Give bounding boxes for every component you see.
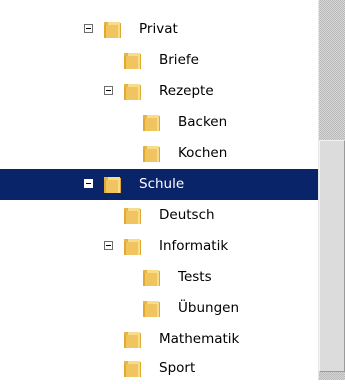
- folder-icon: [124, 84, 141, 100]
- tree-item-mathematik[interactable]: Mathematik: [0, 324, 318, 355]
- tree-item-privat[interactable]: Privat: [0, 14, 318, 45]
- folder-icon: [124, 361, 141, 377]
- folder-icon: [124, 332, 141, 348]
- tree-item-sport[interactable]: Sport: [0, 353, 318, 384]
- tree-item-label: Schule: [139, 176, 185, 192]
- tree-item-uebungen[interactable]: Übungen: [0, 293, 318, 324]
- tree-item-deutsch[interactable]: Deutsch: [0, 200, 318, 231]
- tree-item-briefe[interactable]: Briefe: [0, 45, 318, 76]
- collapse-minus-icon[interactable]: [104, 86, 113, 95]
- tree-item-label: Rezepte: [159, 83, 214, 99]
- tree-item-tests[interactable]: Tests: [0, 262, 318, 293]
- folder-icon: [143, 146, 160, 162]
- folder-icon: [104, 22, 121, 38]
- tree-item-label: Privat: [139, 21, 178, 37]
- folder-icon: [124, 53, 141, 69]
- tree-item-label: Kochen: [178, 145, 228, 161]
- folder-icon: [143, 115, 160, 131]
- tree-item-label: Mathematik: [159, 331, 240, 347]
- tree-item-kochen[interactable]: Kochen: [0, 138, 318, 169]
- tree-item-backen[interactable]: Backen: [0, 107, 318, 138]
- tree-item-informatik[interactable]: Informatik: [0, 231, 318, 262]
- tree-item-label: Übungen: [178, 300, 239, 316]
- collapse-minus-icon[interactable]: [84, 24, 93, 33]
- folder-icon: [143, 301, 160, 317]
- vertical-scrollbar[interactable]: [318, 0, 345, 380]
- folder-icon: [104, 177, 121, 193]
- scrollbar-thumb[interactable]: [319, 140, 345, 372]
- collapse-minus-icon[interactable]: [84, 179, 93, 188]
- tree-item-label: Briefe: [159, 52, 199, 68]
- tree-item-label: Backen: [178, 114, 228, 130]
- tree-item-label: Informatik: [159, 238, 229, 254]
- folder-icon: [124, 239, 141, 255]
- collapse-minus-icon[interactable]: [104, 241, 113, 250]
- tree-item-label: Tests: [178, 269, 212, 285]
- folder-icon: [143, 270, 160, 286]
- tree-item-label: Deutsch: [159, 207, 215, 223]
- tree-item-schule[interactable]: Schule: [0, 169, 318, 200]
- tree-item-rezepte[interactable]: Rezepte: [0, 76, 318, 107]
- tree-item-label: Sport: [159, 360, 196, 376]
- folder-icon: [124, 208, 141, 224]
- folder-tree[interactable]: Privat Briefe Rezepte Backen Kochen Schu…: [0, 0, 318, 380]
